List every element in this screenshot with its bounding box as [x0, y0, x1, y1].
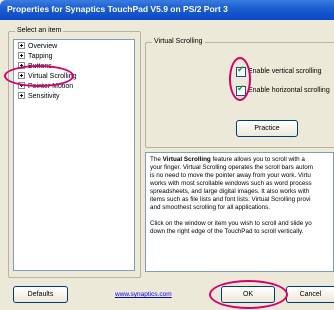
vertical-scrolling-label[interactable]: Enable vertical scrolling	[248, 68, 322, 75]
synaptics-link[interactable]: www.synaptics.com	[115, 291, 172, 298]
annotation-ellipse	[4, 65, 74, 87]
annotation-ellipse	[209, 280, 288, 309]
practice-button[interactable]: Practice	[236, 120, 298, 137]
title-bar[interactable]: Properties for Synaptics TouchPad V5.9 o…	[0, 0, 334, 20]
description-line: down the right edge of the TouchPad to s…	[150, 228, 304, 235]
horizontal-scrolling-label[interactable]: Enable horizontal scrolling	[248, 87, 330, 94]
properties-window: Properties for Synaptics TouchPad V5.9 o…	[0, 0, 334, 310]
expand-icon[interactable]	[18, 92, 25, 100]
select-item-legend: Select an item	[15, 27, 64, 34]
description-line: Click on the window or item you wish to …	[150, 220, 312, 227]
description-line: is no need to move the pointer away from…	[150, 172, 311, 179]
description-line: items such as file lists and font lists.…	[150, 196, 311, 203]
feature-description: The Virtual Scrolling feature allows you…	[145, 152, 334, 272]
expand-icon[interactable]	[18, 52, 25, 60]
expand-icon[interactable]	[18, 42, 25, 50]
description-line: The Virtual Scrolling feature allows you…	[150, 156, 305, 163]
defaults-button[interactable]: Defaults	[13, 286, 68, 303]
tree-item-overview[interactable]: Overview	[18, 42, 57, 51]
annotation-ellipse	[229, 57, 251, 101]
description-line: and smoothest scrolling for all applicat…	[150, 204, 271, 211]
window-title: Properties for Synaptics TouchPad V5.9 o…	[7, 4, 228, 14]
description-line: spreadsheets, and large digital images. …	[150, 188, 310, 195]
description-line: your finger. Virtual Scrolling operates …	[150, 164, 313, 171]
cancel-button[interactable]: Cancel	[286, 286, 334, 303]
virtual-scrolling-legend: Virtual Scrolling	[152, 38, 205, 45]
description-line: works with most scrollable windows such …	[150, 180, 312, 187]
tree-item-tapping[interactable]: Tapping	[18, 52, 53, 61]
tree-item-sensitivity[interactable]: Sensitivity	[18, 92, 60, 101]
